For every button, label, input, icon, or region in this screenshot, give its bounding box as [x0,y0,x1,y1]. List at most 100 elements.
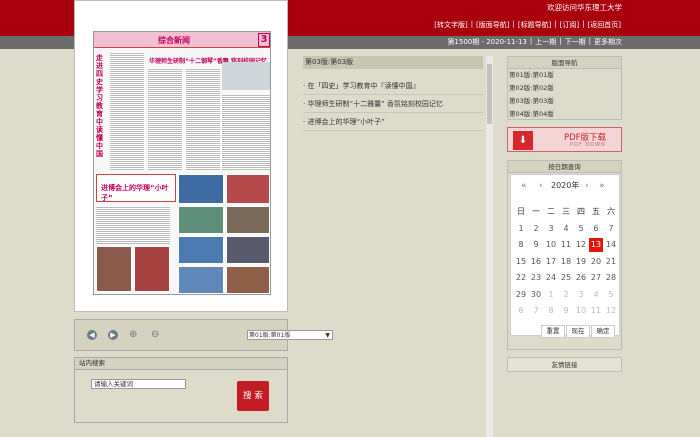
prev-issue-link[interactable]: 上一期 [535,37,556,47]
calendar-day[interactable]: 27 [589,271,603,285]
photo-thumb [134,246,170,292]
newspaper-page[interactable]: 综合新闻 3 走进四史学习教育中读懂中国 华理师生研制“十二钢琴”香飘 铭刻校园… [93,31,271,295]
calendar-day[interactable]: 21 [604,255,618,269]
welcome-text: 欢迎访问华东理工大学 [547,3,622,12]
calendar-day[interactable]: 12 [574,238,588,252]
calendar-day[interactable]: 4 [559,222,573,236]
issue-info: 第1500期 - 2020-11-13 | 上一期 | 下一期 | 更多期次 [447,37,622,47]
nav-text-version[interactable]: [转文字版] [434,20,467,30]
calendar-day[interactable]: 9 [529,238,543,252]
top-nav: [转文字版] | [版面导航] | [标题导航] | [订阅] | [返回首页] [434,20,621,30]
nav-subscribe[interactable]: [订阅] [560,20,579,30]
calendar-day[interactable]: 30 [529,288,543,302]
calendar-day[interactable]: 10 [544,238,558,252]
download-icon: ⬇ [513,131,533,150]
newspaper-viewer: 综合新闻 3 走进四史学习教育中读懂中国 华理师生研制“十二钢琴”香飘 铭刻校园… [74,0,288,312]
nav-home[interactable]: [返回首页] [588,20,621,30]
calendar-day[interactable]: 2 [559,288,573,302]
calendar-day[interactable]: 25 [559,271,573,285]
calendar-day[interactable]: 1 [514,222,528,236]
calendar-confirm-button[interactable]: 确定 [591,325,615,338]
calendar-day[interactable]: 6 [589,222,603,236]
zoom-in-icon[interactable]: ⊕ [129,329,140,340]
prev-year-icon[interactable]: « [521,180,527,192]
search-button[interactable]: 搜 索 [237,381,269,411]
more-issues-link[interactable]: 更多期次 [594,37,622,47]
photo-thumb [178,236,224,264]
calendar-day[interactable]: 22 [514,271,528,285]
photo-thumb [96,246,132,292]
prev-page-icon[interactable]: ◀ [87,330,97,340]
page-nav-title: 版面导航 [508,57,621,69]
scrollbar[interactable] [486,56,493,437]
calendar-day[interactable]: 3 [544,222,558,236]
calendar-day[interactable]: 5 [574,222,588,236]
calendar-day[interactable]: 8 [544,304,558,318]
page-nav-item[interactable]: 第02版:第02版 [509,83,554,93]
next-page-icon[interactable]: ▶ [108,330,118,340]
calendar-day[interactable]: 19 [574,255,588,269]
article-photo [222,62,270,90]
nav-page-nav[interactable]: [版面导航] [476,20,509,30]
calendar-reset-button[interactable]: 重置 [541,325,565,338]
site-search: 站内搜索 请输入关键词 搜 索 [74,357,288,423]
pdf-download-button[interactable]: ⬇ PDF版下载 PDF DOWN [507,127,622,152]
calendar-day[interactable]: 5 [604,288,618,302]
calendar-day[interactable]: 9 [559,304,573,318]
text-column [110,52,144,170]
next-month-icon[interactable]: › [585,180,589,192]
nav-title-nav[interactable]: [标题导航] [518,20,551,30]
calendar-now-button[interactable]: 现在 [566,325,590,338]
text-column [222,94,270,170]
calendar-day[interactable]: 10 [574,304,588,318]
calendar-day[interactable]: 8 [514,238,528,252]
sub-headline: 进博会上的华理“小叶子” [101,184,169,202]
calendar-day[interactable]: 3 [574,288,588,302]
calendar-day[interactable]: 12 [604,304,618,318]
calendar-day[interactable]: 24 [544,271,558,285]
calendar-day[interactable]: 26 [574,271,588,285]
calendar-day[interactable]: 29 [514,288,528,302]
page-controls: ◀ ▶ ⊕ ⊖ 第01版:第01版 ▼ [74,319,333,351]
calendar-year[interactable]: 2020年 [551,180,579,192]
calendar-day[interactable]: 15 [514,255,528,269]
chevron-down-icon: ▼ [325,332,330,339]
calendar-day[interactable]: 6 [514,304,528,318]
next-issue-link[interactable]: 下一期 [565,37,586,47]
article-link[interactable]: · 在「四史」学习教育中『读懂中国』 [303,77,483,95]
calendar-day[interactable]: 11 [589,304,603,318]
calendar-day[interactable]: 14 [604,238,618,252]
article-link[interactable]: · 华理师生研制“十二雅馨” 香氛铭刻校园记忆 [303,95,483,113]
calendar-day[interactable]: 20 [589,255,603,269]
calendar-day[interactable]: 1 [544,288,558,302]
friend-links[interactable]: 友情链接 [507,357,622,372]
date-query-title: 按日期查询 [508,161,621,173]
calendar-day[interactable]: 18 [559,255,573,269]
calendar-day[interactable]: 7 [604,222,618,236]
calendar-day[interactable]: 17 [544,255,558,269]
calendar-day[interactable]: 23 [529,271,543,285]
calendar-day[interactable]: 28 [604,271,618,285]
page-select[interactable]: 第01版:第01版 ▼ [247,330,333,340]
prev-month-icon[interactable]: ‹ [539,180,543,192]
calendar: « ‹ 2020年 › » 日一二三四五六 1 2 3 4 5 6 7 8 9 10 11 12 13 14… [510,174,620,338]
zoom-out-icon[interactable]: ⊖ [151,329,162,340]
article-link[interactable]: · 进博会上的华理“小叶子” [303,113,483,131]
calendar-day[interactable]: 16 [529,255,543,269]
page-nav-item[interactable]: 第03版:第03版 [509,96,554,106]
page-nav-item[interactable]: 第01版:第01版 [509,70,554,80]
sub-article-box: 进博会上的华理“小叶子” [96,174,176,202]
next-year-icon[interactable]: » [599,180,605,192]
scrollbar-thumb[interactable] [487,64,492,124]
weekday-label: 四 [577,207,585,216]
calendar-day[interactable]: 2 [529,222,543,236]
calendar-day[interactable]: 4 [589,288,603,302]
page-nav-item[interactable]: 第04版:第04版 [509,109,554,119]
calendar-day[interactable]: 13 [589,238,603,252]
calendar-day[interactable]: 7 [529,304,543,318]
calendar-day[interactable]: 11 [559,238,573,252]
search-input[interactable]: 请输入关键词 [91,379,186,389]
text-column [96,206,170,244]
section-title: 综合新闻 [158,36,190,45]
page-header: 综合新闻 3 [94,32,270,48]
